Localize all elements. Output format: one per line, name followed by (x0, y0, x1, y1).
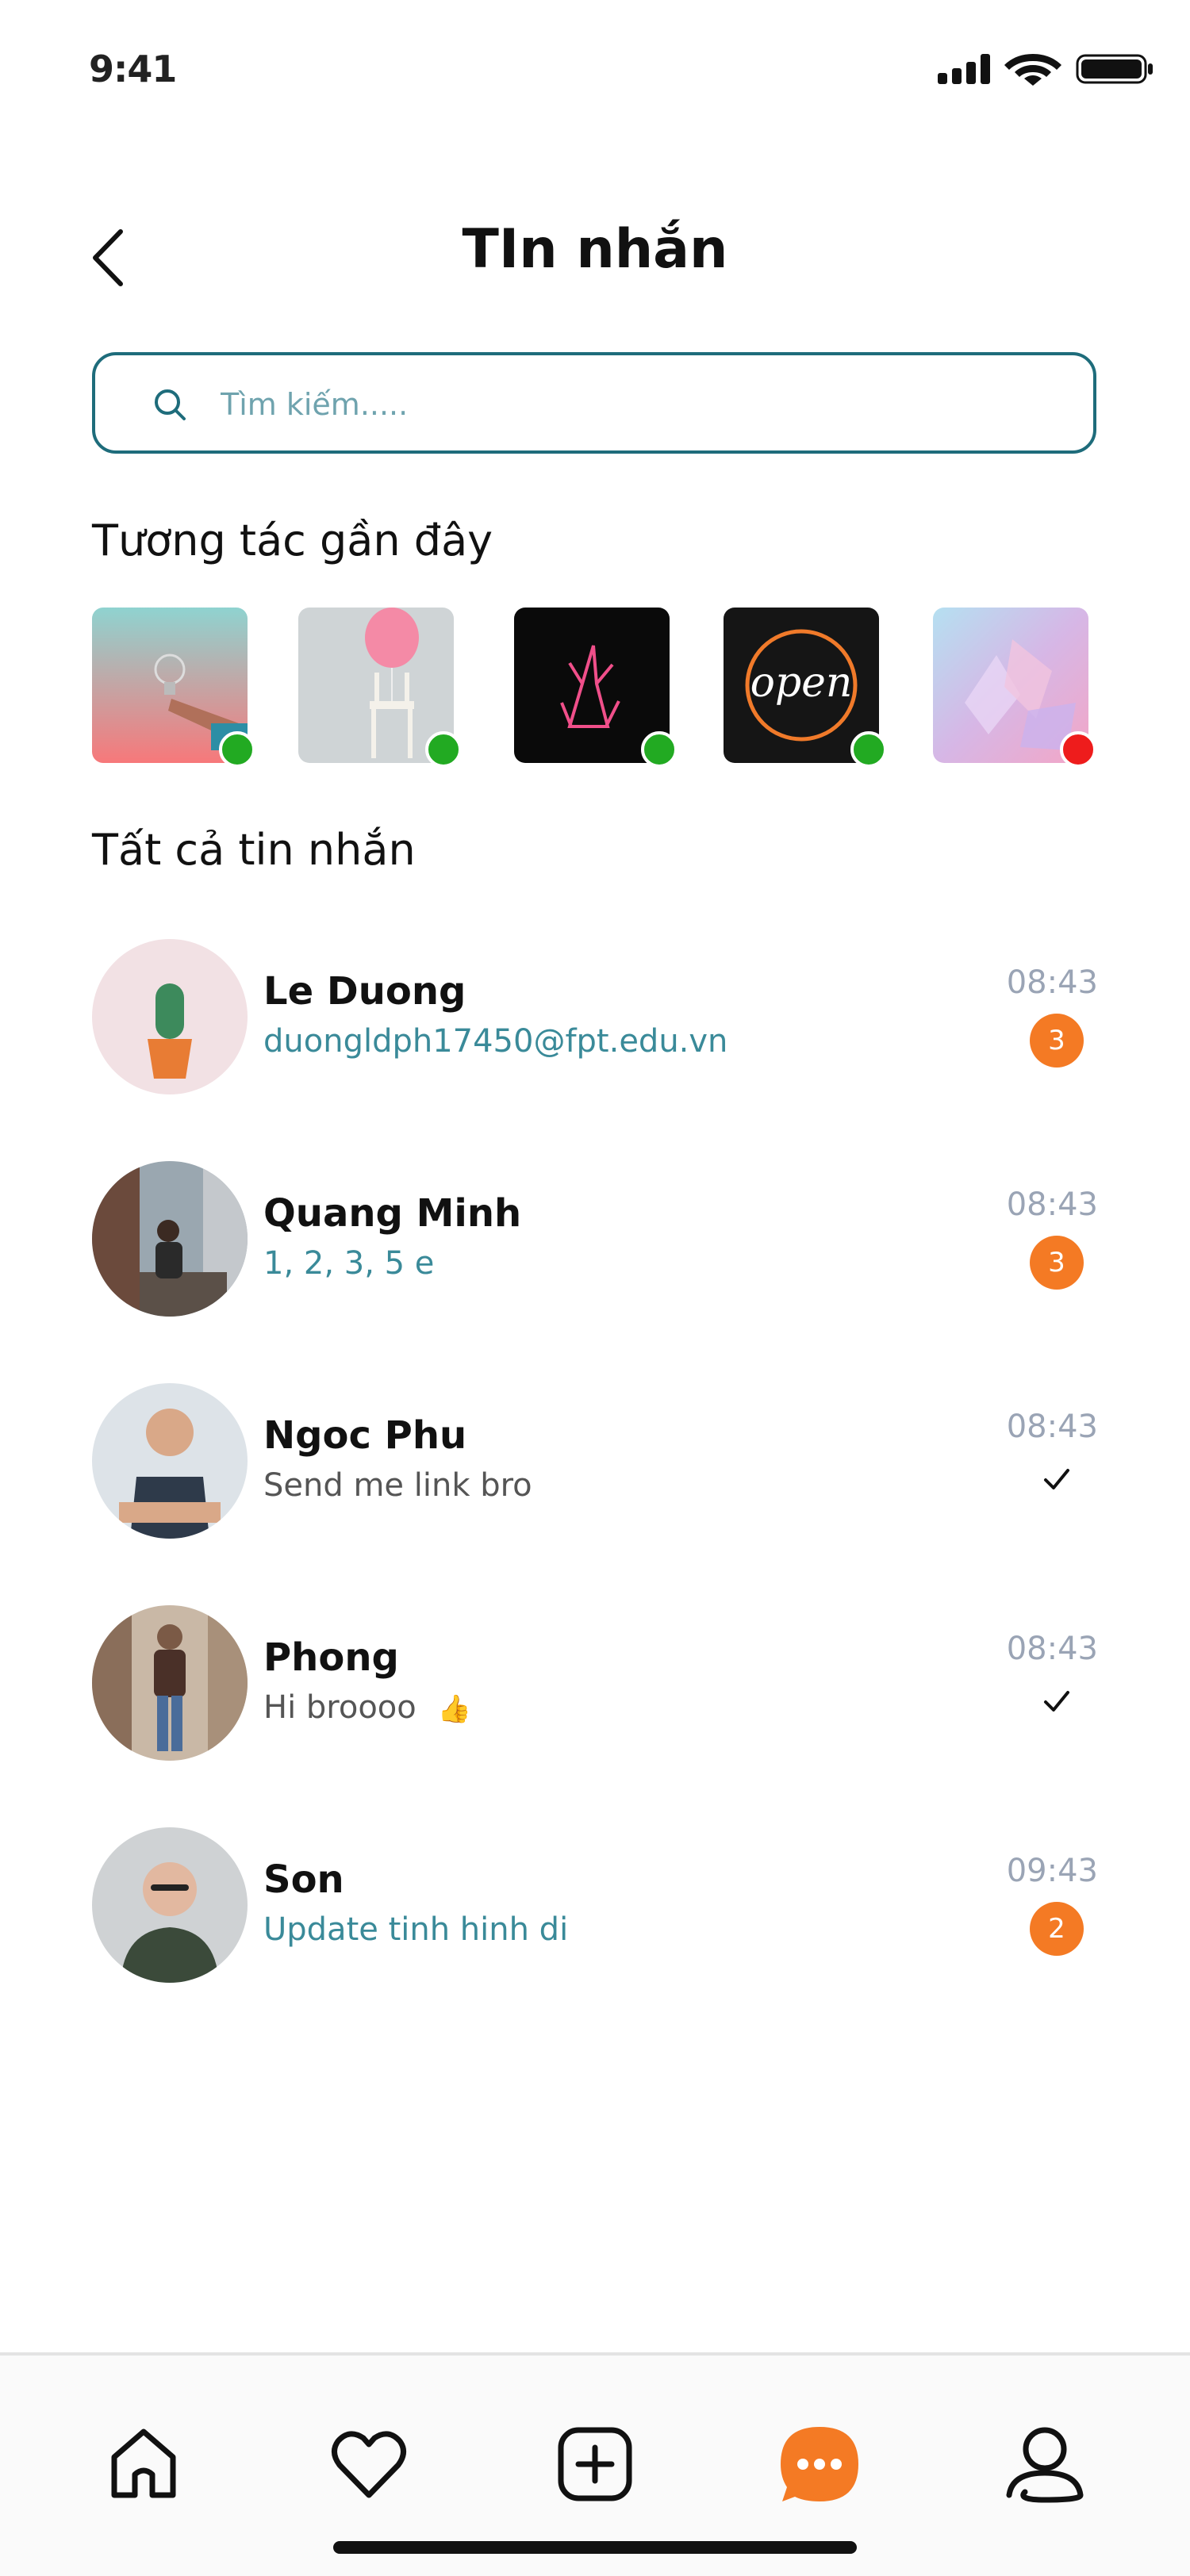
svg-text:open: open (750, 659, 853, 707)
avatar[interactable] (92, 939, 248, 1094)
avatar[interactable] (92, 1827, 248, 1983)
search-input[interactable] (219, 373, 1055, 436)
avatar[interactable] (92, 1161, 248, 1317)
search-icon (152, 387, 187, 422)
contact-name: Le Duong (263, 969, 466, 1014)
man-tank-top-avatar (92, 1383, 248, 1539)
online-status-dot (219, 731, 255, 768)
city-man-avatar (92, 1161, 248, 1317)
message-preview-text: Hi broooo (263, 1689, 427, 1726)
online-status-dot (850, 731, 887, 768)
add-post-icon (558, 2427, 632, 2501)
heart-icon (332, 2431, 406, 2498)
message-preview: duongldph17450@fpt.edu.vn (263, 1023, 728, 1060)
message-preview: Send me link bro (263, 1467, 532, 1504)
read-check-icon (1044, 1469, 1069, 1489)
message-time: 08:43 (1006, 1186, 1098, 1223)
unread-badge: 3 (1030, 1014, 1084, 1068)
read-check-icon (1044, 1691, 1069, 1712)
nav-create[interactable] (551, 2421, 639, 2508)
page-title: TIn nhắn (462, 218, 728, 281)
bald-man-avatar (92, 1827, 248, 1983)
avatar[interactable] (92, 1605, 248, 1761)
wifi-icon (1004, 54, 1061, 86)
nav-profile[interactable] (1001, 2421, 1088, 2508)
contact-name: Phong (263, 1635, 399, 1680)
message-row[interactable]: Quang Minh 1, 2, 3, 5 e 08:43 3 (92, 1161, 1098, 1320)
messages-icon (781, 2427, 858, 2501)
thumbs-up-emoji: 👍 (437, 1693, 471, 1725)
home-icon (111, 2428, 176, 2498)
avatar[interactable] (92, 1383, 248, 1539)
nav-favorites[interactable] (325, 2421, 413, 2508)
cellular-signal-icon (938, 54, 990, 84)
cactus-avatar (92, 939, 248, 1094)
online-status-dot (425, 731, 462, 768)
status-time: 9:41 (89, 48, 177, 90)
nav-messages[interactable] (776, 2421, 863, 2508)
message-time: 08:43 (1006, 1631, 1098, 1667)
home-indicator[interactable] (333, 2541, 857, 2554)
contact-name: Ngoc Phu (263, 1413, 467, 1458)
nav-home[interactable] (100, 2421, 187, 2508)
profile-icon (1006, 2427, 1084, 2503)
contact-name: Quang Minh (263, 1191, 522, 1236)
message-row[interactable]: Ngoc Phu Send me link bro 08:43 (92, 1383, 1098, 1542)
message-row[interactable]: Phong Hi broooo 👍 08:43 (92, 1605, 1098, 1764)
message-time: 09:43 (1006, 1853, 1098, 1889)
message-time: 08:43 (1006, 1409, 1098, 1445)
street-man-avatar (92, 1605, 248, 1761)
battery-icon (1076, 54, 1153, 84)
message-time: 08:43 (1006, 964, 1098, 1001)
message-row[interactable]: Son Update tinh hinh di 09:43 2 (92, 1827, 1098, 1986)
message-row[interactable]: Le Duong duongldph17450@fpt.edu.vn 08:43… (92, 939, 1098, 1098)
unread-badge: 2 (1030, 1902, 1084, 1956)
offline-status-dot (1060, 731, 1096, 768)
online-status-dot (641, 731, 678, 768)
message-preview: 1, 2, 3, 5 e (263, 1245, 435, 1282)
all-messages-title: Tất cả tin nhắn (92, 825, 416, 875)
unread-badge: 3 (1030, 1236, 1084, 1290)
status-icons (935, 49, 1157, 87)
message-preview: Hi broooo 👍 (263, 1689, 471, 1726)
contact-name: Son (263, 1857, 344, 1902)
search-bar[interactable] (92, 352, 1096, 454)
recent-section-title: Tương tác gần đây (92, 516, 493, 565)
message-preview: Update tinh hinh di (263, 1911, 569, 1948)
